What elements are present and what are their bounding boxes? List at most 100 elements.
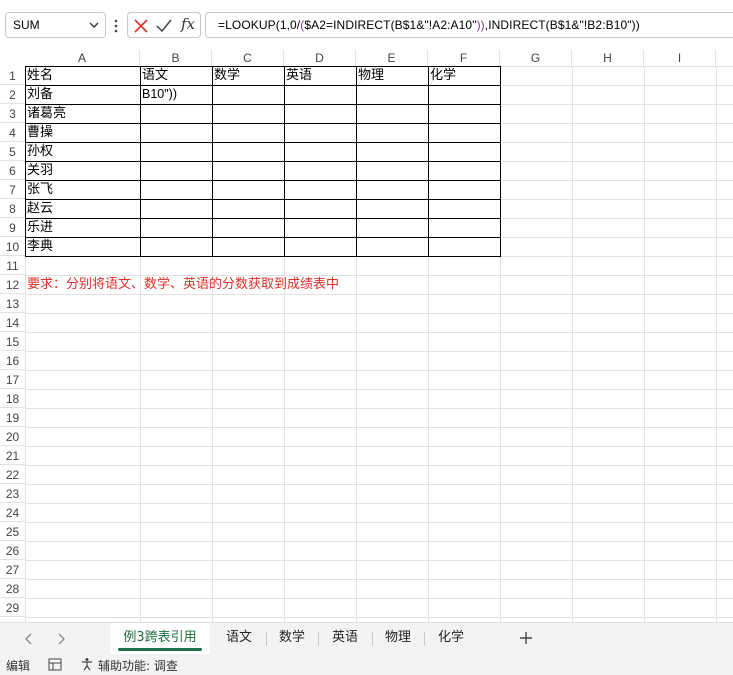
column-header[interactable]: A [25, 50, 140, 66]
row-header[interactable]: 13 [0, 294, 25, 313]
sheet-tab[interactable]: 英语 [320, 623, 370, 654]
row-header[interactable]: 28 [0, 579, 25, 598]
formula-input[interactable]: =LOOKUP(1,0/($A2=INDIRECT(B$1&"!A2:A10")… [205, 12, 733, 38]
row-header[interactable]: 5 [0, 142, 25, 161]
row-header[interactable]: 16 [0, 351, 25, 370]
insert-function-icon[interactable]: fx [181, 15, 195, 33]
formula-paren: )) [476, 18, 485, 32]
cell-a9[interactable]: 乐进 [25, 218, 140, 237]
cell-a10[interactable]: 李典 [25, 237, 140, 256]
row-header[interactable]: 2 [0, 85, 25, 104]
table-border-horizontal [25, 199, 501, 200]
cell-e1[interactable]: 物理 [356, 66, 428, 85]
row-header[interactable]: 24 [0, 503, 25, 522]
row-header[interactable]: 12 [0, 275, 25, 294]
sheet-tab[interactable]: 化学 [426, 623, 476, 654]
accessibility-status[interactable]: 辅助功能: 调查 [98, 657, 178, 674]
column-header[interactable]: E [356, 50, 428, 66]
row-header[interactable]: 29 [0, 598, 25, 617]
row-header[interactable]: 21 [0, 446, 25, 465]
table-border-horizontal [25, 66, 501, 67]
add-sheet-icon[interactable] [517, 629, 535, 647]
cell-a1[interactable]: 姓名 [25, 66, 140, 85]
table-border-horizontal [25, 237, 501, 238]
gridline-horizontal [25, 351, 733, 352]
row-header[interactable]: 1 [0, 66, 25, 85]
row-header[interactable]: 10 [0, 237, 25, 256]
row-header[interactable]: 14 [0, 313, 25, 332]
spreadsheet-grid[interactable]: A B C D E F G H I 1 2 3 4 5 6 7 8 9 10 11 12 13 14 15 1… [0, 50, 733, 622]
gridline-horizontal [25, 617, 733, 618]
cell-a2[interactable]: 刘备 [25, 85, 140, 104]
scroll-right-icon[interactable] [54, 631, 68, 647]
gridline-vertical [716, 66, 717, 622]
gridline-horizontal [25, 313, 733, 314]
cell-d1[interactable]: 英语 [284, 66, 356, 85]
column-header[interactable]: H [572, 50, 644, 66]
row-header[interactable]: 25 [0, 522, 25, 541]
column-header[interactable]: C [212, 50, 284, 66]
name-box-value: SUM [13, 18, 40, 32]
gridline-horizontal [25, 389, 733, 390]
cell-f1[interactable]: 化学 [428, 66, 500, 85]
table-border-horizontal [25, 256, 501, 257]
column-header[interactable]: B [140, 50, 212, 66]
row-header[interactable]: 15 [0, 332, 25, 351]
cell-mode-icon[interactable] [48, 658, 62, 671]
row-header[interactable]: 18 [0, 389, 25, 408]
row-header[interactable]: 20 [0, 427, 25, 446]
gridline-horizontal [25, 446, 733, 447]
chevron-down-icon[interactable] [87, 17, 101, 33]
cancel-icon[interactable] [132, 17, 150, 35]
row-header[interactable]: 17 [0, 370, 25, 389]
table-border-horizontal [25, 161, 501, 162]
scroll-left-icon[interactable] [22, 631, 36, 647]
row-header[interactable]: 8 [0, 199, 25, 218]
sheet-tab[interactable]: 数学 [268, 623, 316, 654]
cell-a4[interactable]: 曹操 [25, 123, 140, 142]
accessibility-icon[interactable] [80, 657, 94, 671]
row-header[interactable]: 22 [0, 465, 25, 484]
sheet-tab-active[interactable]: 例3跨表引用 [110, 623, 210, 654]
cell-a12-note[interactable]: 要求：分别将语文、数学、英语的分数获取到成绩表中 [25, 275, 525, 294]
cell-a8[interactable]: 赵云 [25, 199, 140, 218]
more-options-icon[interactable] [110, 17, 122, 35]
mode-indicator: 编辑 [6, 659, 31, 673]
tab-divider [424, 632, 425, 646]
cell-c1[interactable]: 数学 [212, 66, 284, 85]
confirm-check-icon[interactable] [155, 17, 173, 35]
row-header[interactable]: 3 [0, 104, 25, 123]
row-header[interactable]: 27 [0, 560, 25, 579]
gridline-horizontal [25, 427, 733, 428]
gridline-horizontal [25, 332, 733, 333]
cell-b1[interactable]: 语文 [140, 66, 212, 85]
sheet-tab[interactable]: 语文 [214, 623, 264, 654]
formula-part: $A2=INDIRECT(B$1&"!A2:A10" [304, 18, 477, 32]
row-header[interactable]: 23 [0, 484, 25, 503]
column-header[interactable]: F [428, 50, 500, 66]
gridline-horizontal [25, 541, 733, 542]
cell-a5[interactable]: 孙权 [25, 142, 140, 161]
row-header[interactable]: 7 [0, 180, 25, 199]
cell-a3[interactable]: 诸葛亮 [25, 104, 140, 123]
row-header[interactable]: 6 [0, 161, 25, 180]
gridline-horizontal [25, 503, 733, 504]
column-header[interactable]: I [644, 50, 716, 66]
cell-a7[interactable]: 张飞 [25, 180, 140, 199]
row-header[interactable]: 11 [0, 256, 25, 275]
cell-a6[interactable]: 关羽 [25, 161, 140, 180]
column-header[interactable]: D [284, 50, 356, 66]
gridline-horizontal [25, 370, 733, 371]
row-header[interactable]: 4 [0, 123, 25, 142]
table-border-horizontal [25, 85, 501, 86]
cell-b2-editing[interactable]: B10")) [140, 85, 212, 104]
row-header[interactable]: 26 [0, 541, 25, 560]
row-header[interactable]: 19 [0, 408, 25, 427]
gridline-vertical [644, 66, 645, 622]
select-all-corner[interactable] [0, 50, 25, 66]
sheet-tab[interactable]: 物理 [374, 623, 422, 654]
tab-divider [318, 632, 319, 646]
row-header[interactable]: 9 [0, 218, 25, 237]
name-box[interactable]: SUM [5, 12, 106, 38]
column-header[interactable]: G [500, 50, 572, 66]
